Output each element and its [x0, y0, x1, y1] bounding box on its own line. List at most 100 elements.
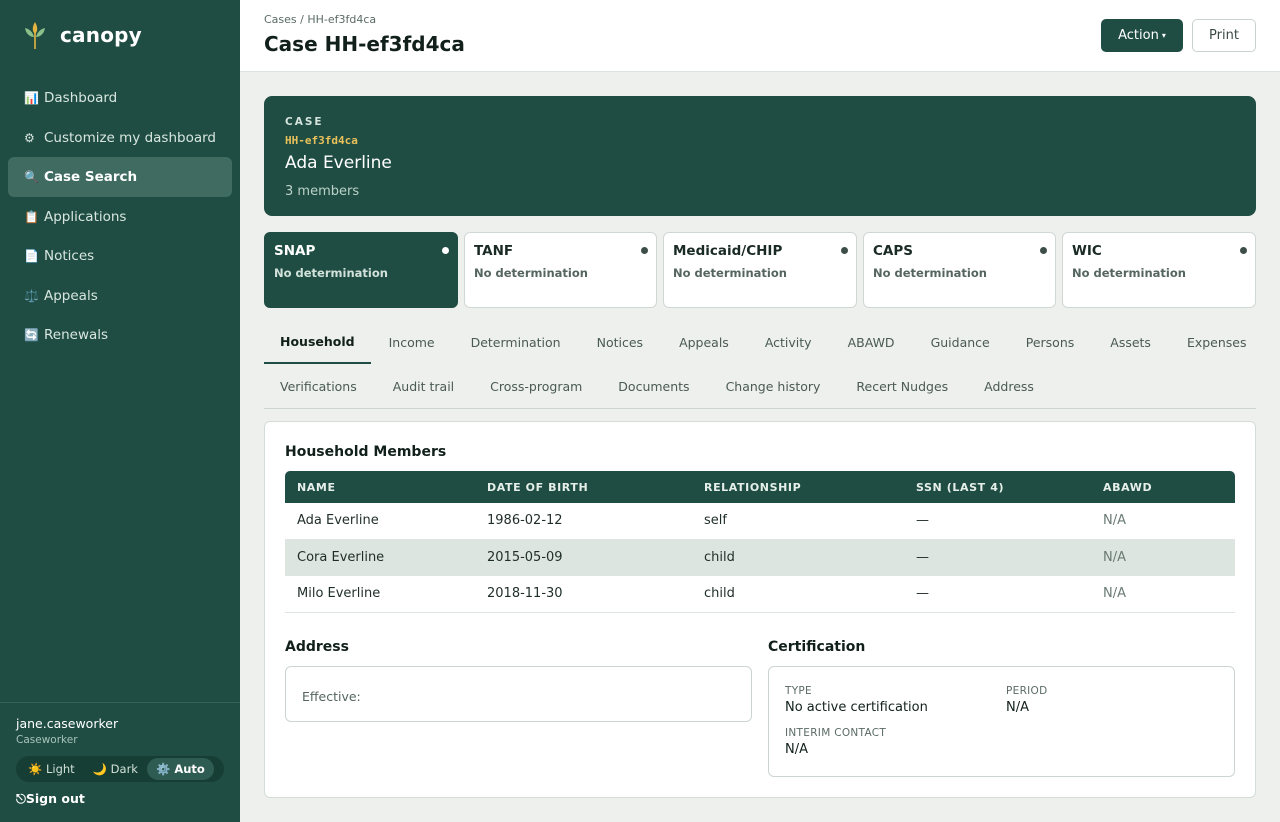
- user-role: Caseworker: [16, 734, 78, 746]
- program-card-caps[interactable]: CAPS No determination: [863, 232, 1056, 308]
- tabs-divider: [264, 408, 1256, 409]
- sidebar-item-case-search[interactable]: 🔍 Case Search: [8, 157, 232, 197]
- theme-option-light[interactable]: ☀️ Light: [19, 758, 84, 780]
- cell-ssn: —: [916, 549, 929, 565]
- refresh-icon: 🔄: [24, 328, 39, 342]
- cert-period-label: PERIOD: [1006, 685, 1048, 697]
- cert-type-label: TYPE: [785, 685, 812, 697]
- chart-icon: 📊: [24, 91, 39, 105]
- column-header: SSN (LAST 4): [916, 480, 1005, 494]
- theme-option-dark[interactable]: 🌙 Dark: [84, 758, 147, 780]
- column-header: NAME: [297, 480, 336, 494]
- sidebar-item-applications[interactable]: 📋 Applications: [8, 197, 232, 237]
- program-card-tanf[interactable]: TANF No determination: [464, 232, 657, 308]
- sidebar-item-dashboard[interactable]: 📊 Dashboard: [8, 78, 232, 118]
- sidebar-item-renewals[interactable]: 🔄 Renewals: [8, 315, 232, 355]
- action-button-label: Action: [1118, 28, 1159, 43]
- column-header: ABAWD: [1103, 480, 1153, 494]
- tab-appeals[interactable]: Appeals: [661, 320, 747, 364]
- tab-expenses[interactable]: Expenses: [1169, 320, 1265, 364]
- program-name: CAPS: [873, 243, 913, 259]
- program-card-wic[interactable]: WIC No determination: [1062, 232, 1256, 308]
- breadcrumb[interactable]: Cases / HH-ef3fd4ca: [264, 13, 376, 26]
- tab-audit-trail[interactable]: Audit trail: [375, 364, 472, 408]
- cell-relationship: child: [704, 549, 735, 565]
- sidebar: canopy 📊 Dashboard ⚙ Customize my dashbo…: [0, 0, 240, 822]
- cell-dob: 2015-05-09: [487, 549, 563, 565]
- program-name: WIC: [1072, 243, 1102, 259]
- address-title: Address: [285, 639, 349, 655]
- status-dot-icon: [442, 247, 449, 254]
- status-dot-icon: [1040, 247, 1047, 254]
- cert-interim-value: N/A: [785, 742, 808, 757]
- table-row[interactable]: Milo Everline 2018-11-30 child — N/A: [285, 576, 1235, 613]
- brand[interactable]: canopy: [22, 20, 142, 50]
- table-header: NAME DATE OF BIRTH RELATIONSHIP SSN (LAS…: [285, 471, 1235, 503]
- theme-option-label: Dark: [110, 762, 138, 776]
- sidebar-divider: [0, 702, 240, 703]
- tab-persons[interactable]: Persons: [1008, 320, 1093, 364]
- sidebar-item-label: Notices: [44, 248, 95, 264]
- table-row[interactable]: Cora Everline 2015-05-09 child — N/A: [285, 539, 1235, 576]
- cell-abawd: N/A: [1103, 513, 1126, 529]
- cell-name: Cora Everline: [297, 549, 385, 565]
- sidebar-item-label: Renewals: [44, 327, 109, 343]
- tab-household[interactable]: Household: [264, 320, 371, 364]
- tab-notices[interactable]: Notices: [579, 320, 661, 364]
- sun-icon: ☀️: [28, 762, 43, 776]
- username: jane.caseworker: [16, 716, 119, 731]
- sign-out-link[interactable]: ⎋Sign out: [16, 791, 85, 807]
- tab-recert-nudges[interactable]: Recert Nudges: [838, 364, 966, 408]
- cell-ssn: —: [916, 586, 929, 602]
- address-box: Effective:: [285, 666, 752, 722]
- program-card-medicaid-chip[interactable]: Medicaid/CHIP No determination: [663, 232, 857, 308]
- program-name: TANF: [474, 243, 514, 259]
- tab-change-history[interactable]: Change history: [708, 364, 839, 408]
- tab-guidance[interactable]: Guidance: [913, 320, 1008, 364]
- clipboard-icon: 📋: [24, 209, 39, 224]
- tab-address[interactable]: Address: [966, 364, 1052, 408]
- address-effective-label: Effective:: [302, 689, 361, 704]
- theme-switcher: ☀️ Light 🌙 Dark ⚙️ Auto: [16, 756, 224, 782]
- chevron-down-icon: ▾: [1161, 31, 1166, 40]
- print-button[interactable]: Print: [1192, 19, 1256, 52]
- tab-determination[interactable]: Determination: [453, 320, 579, 364]
- status-dot-icon: [641, 247, 648, 254]
- action-button[interactable]: Action ▾: [1101, 19, 1183, 52]
- sidebar-item-notices[interactable]: 📄 Notices: [8, 236, 232, 276]
- scales-icon: ⚖️: [24, 288, 39, 303]
- tab-activity[interactable]: Activity: [747, 320, 830, 364]
- tab-income[interactable]: Income: [371, 320, 453, 364]
- tab-assets[interactable]: Assets: [1092, 320, 1169, 364]
- tab-abawd[interactable]: ABAWD: [830, 320, 913, 364]
- theme-option-auto[interactable]: ⚙️ Auto: [146, 758, 214, 780]
- sign-out-label: Sign out: [25, 791, 85, 806]
- case-banner: CASE HH-ef3fd4ca Ada Everline 3 members: [264, 96, 1256, 216]
- gear-icon: ⚙: [24, 130, 35, 145]
- cell-relationship: child: [704, 586, 735, 602]
- gear-icon: ⚙️: [155, 762, 171, 776]
- case-id: HH-ef3fd4ca: [285, 134, 358, 147]
- sidebar-item-label: Appeals: [44, 287, 98, 304]
- sidebar-item-label: Dashboard: [44, 90, 118, 106]
- tab-cross-program[interactable]: Cross-program: [472, 364, 600, 408]
- column-header: DATE OF BIRTH: [487, 480, 589, 494]
- cell-abawd: N/A: [1103, 549, 1126, 565]
- case-head-name: Ada Everline: [285, 153, 392, 173]
- program-status: No determination: [474, 266, 588, 280]
- tab-verifications[interactable]: Verifications: [264, 364, 375, 408]
- user-info: jane.caseworker Caseworker: [16, 716, 118, 746]
- cell-relationship: self: [704, 513, 727, 529]
- sidebar-item-customize-dashboard[interactable]: ⚙ Customize my dashboard: [8, 118, 232, 158]
- program-name: SNAP: [274, 243, 316, 259]
- table-row[interactable]: Ada Everline 1986-02-12 self — N/A: [285, 503, 1235, 540]
- cell-dob: 2018-11-30: [487, 586, 563, 602]
- wheat-logo-icon: [25, 22, 45, 49]
- page-title: Case HH-ef3fd4ca: [264, 32, 465, 56]
- certification-title: Certification: [768, 639, 866, 655]
- program-card-snap[interactable]: SNAP No determination: [264, 232, 458, 308]
- sidebar-item-appeals[interactable]: ⚖️ Appeals: [8, 276, 232, 316]
- program-status: No determination: [274, 266, 388, 280]
- column-header: RELATIONSHIP: [704, 480, 802, 494]
- tab-documents[interactable]: Documents: [600, 364, 707, 408]
